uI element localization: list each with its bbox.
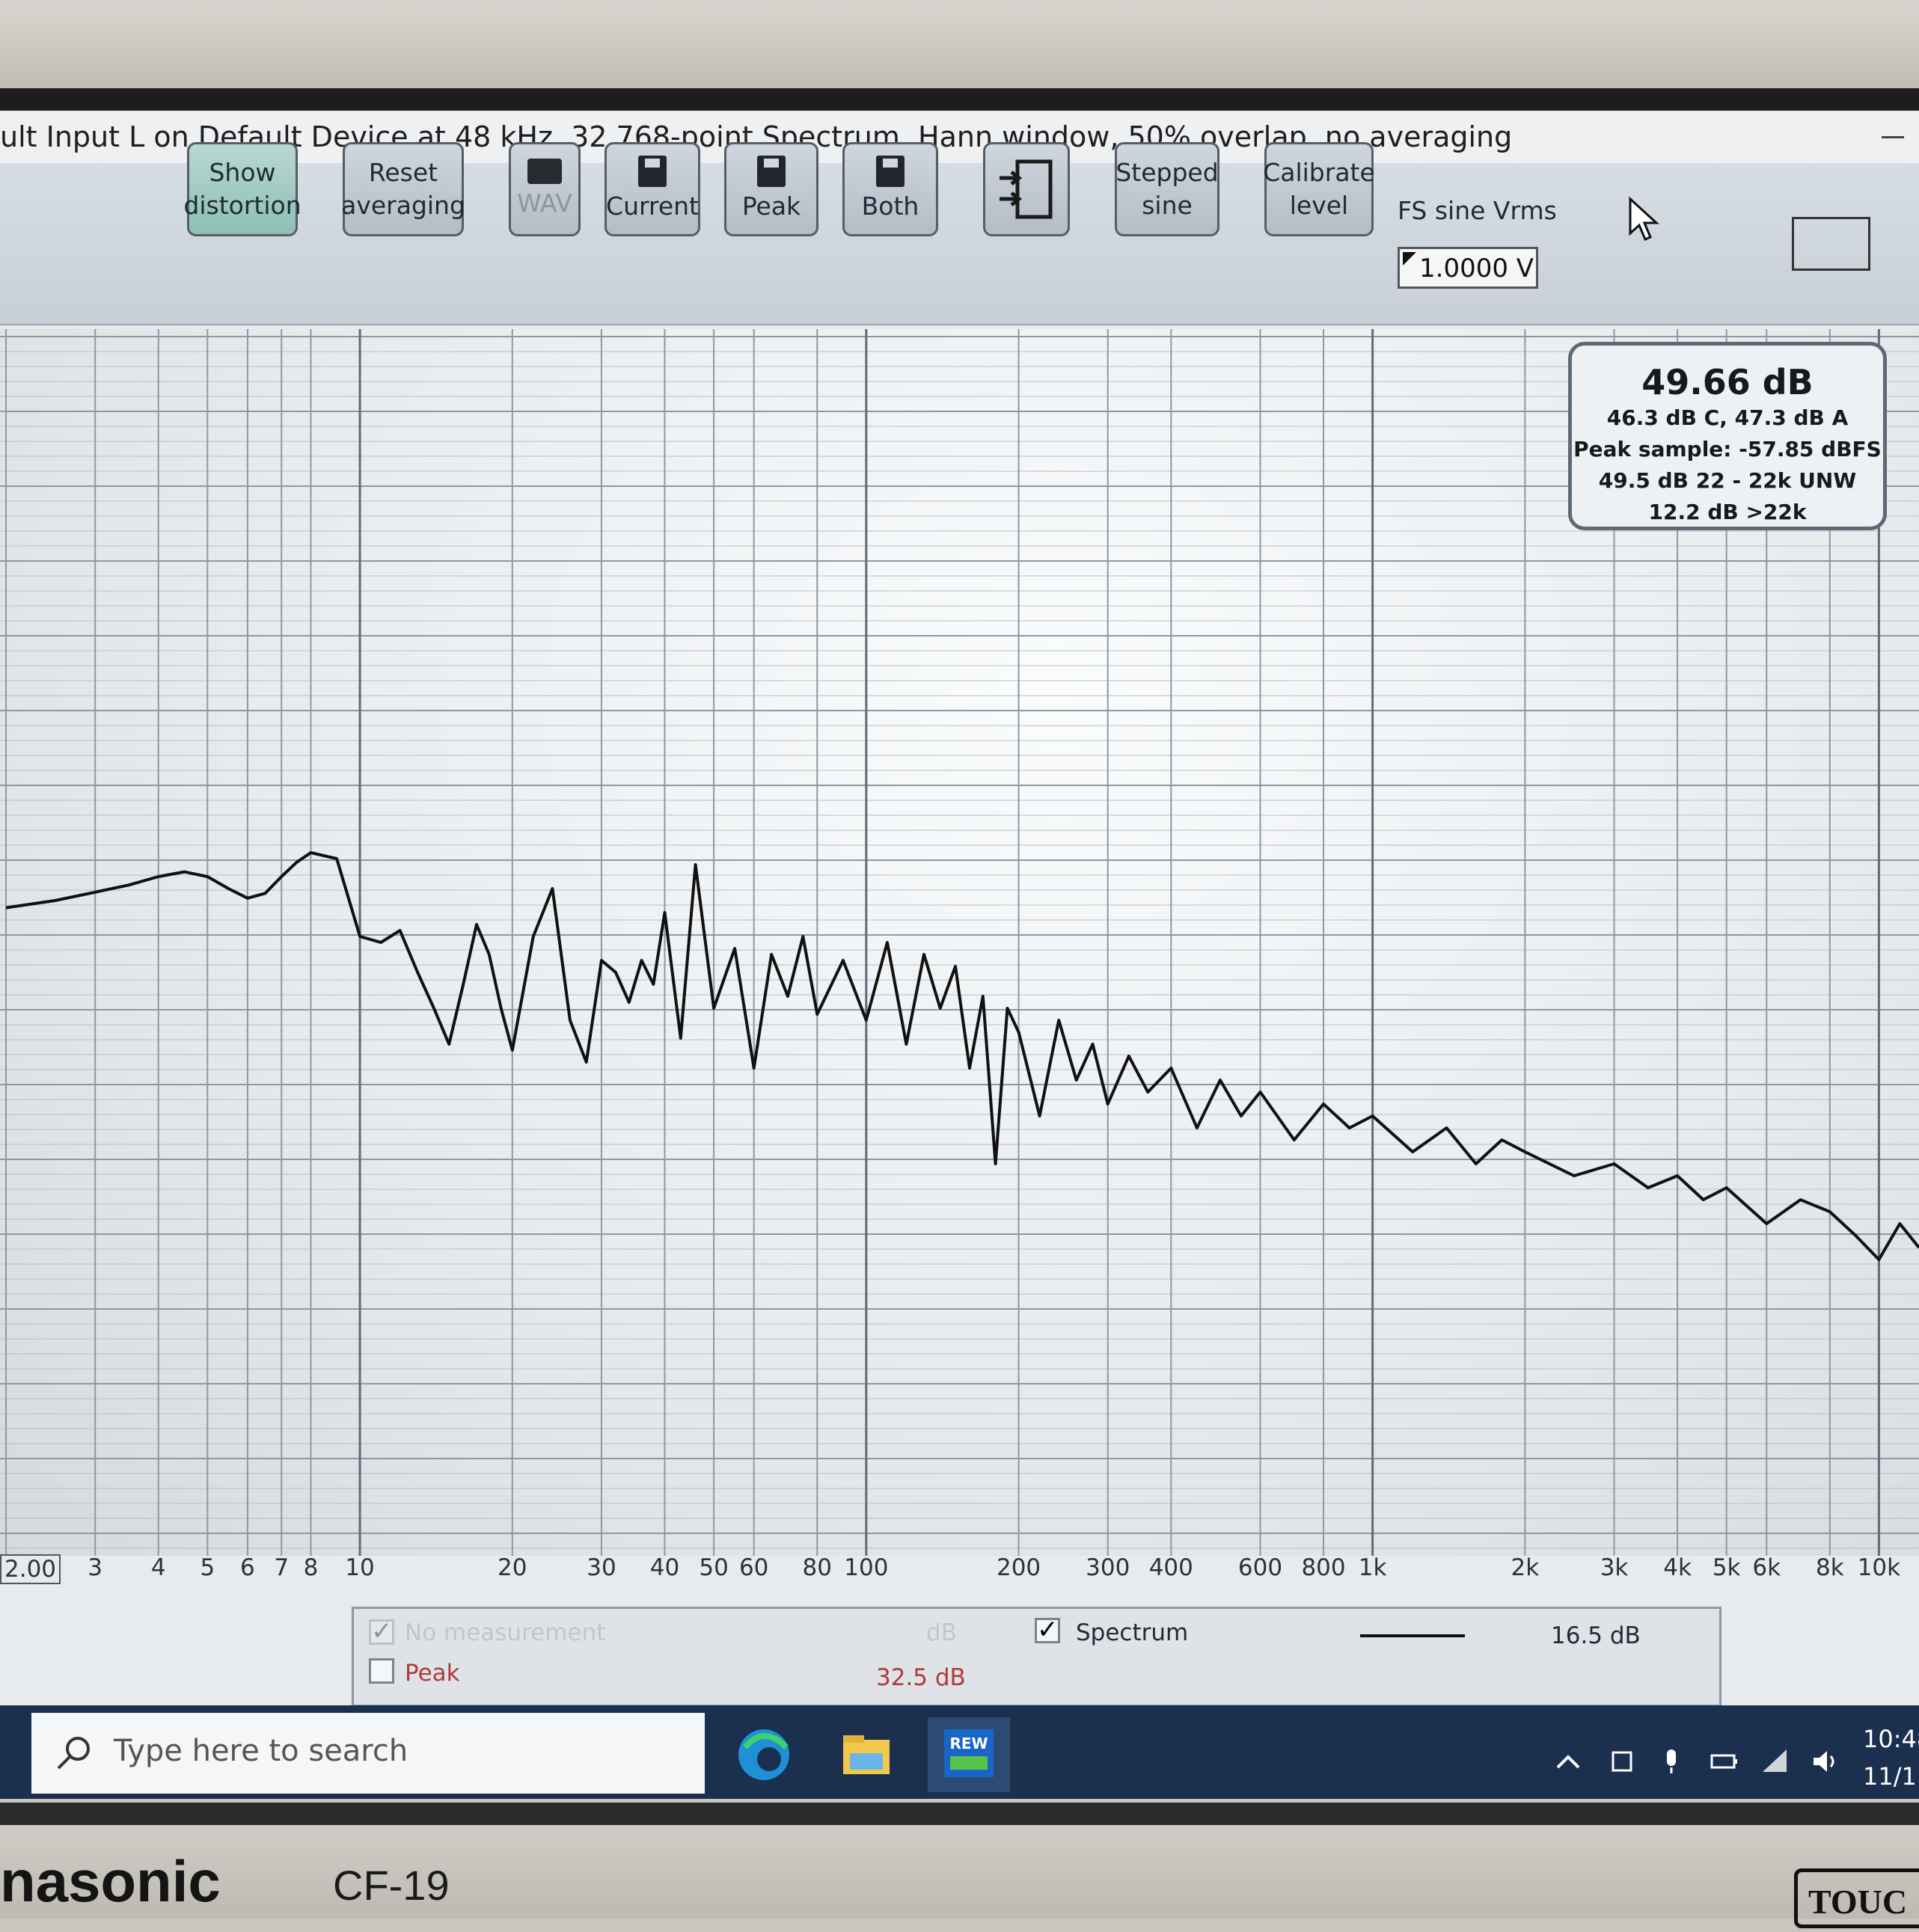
import-arrow-icon bbox=[1000, 159, 1053, 219]
bezel-inner-edge bbox=[0, 88, 1919, 111]
spl-level: 49.66 dB bbox=[1641, 362, 1814, 402]
rew-app-icon[interactable]: REW bbox=[928, 1717, 1010, 1792]
current-label: Current bbox=[606, 191, 699, 221]
calibrate-level-button[interactable]: Calibrate level bbox=[1263, 142, 1375, 236]
brand-logo: nasonic bbox=[0, 1848, 221, 1914]
no-measurement-checkbox[interactable]: ✓ bbox=[369, 1619, 394, 1645]
above-22k-level: 12.2 dB >22k bbox=[1648, 500, 1807, 524]
svg-text:REW: REW bbox=[949, 1735, 988, 1752]
microphone-icon[interactable] bbox=[1656, 1747, 1686, 1776]
minimize-icon[interactable] bbox=[1882, 136, 1904, 138]
x-tick-label: 1k bbox=[1358, 1554, 1387, 1581]
chevron-up-icon[interactable] bbox=[1553, 1747, 1583, 1776]
spl-stats-panel: 49.66 dB 46.3 dB C, 47.3 dB A Peak sampl… bbox=[1568, 342, 1887, 530]
x-tick-label: 6k bbox=[1752, 1554, 1781, 1581]
calibrate-level-label-2: level bbox=[1289, 191, 1349, 220]
window-layout-icon[interactable] bbox=[1792, 217, 1870, 271]
x-tick-label: 10 bbox=[345, 1554, 375, 1581]
spectrum-legend-label: Spectrum bbox=[1076, 1619, 1189, 1646]
peak-checkbox[interactable] bbox=[369, 1658, 394, 1684]
clock-time: 10:48 bbox=[1863, 1725, 1919, 1753]
battery-icon[interactable] bbox=[1709, 1747, 1739, 1776]
clock-date: 11/11/ bbox=[1863, 1762, 1919, 1791]
x-tick-label: 8 bbox=[303, 1554, 319, 1581]
search-icon bbox=[57, 1737, 90, 1770]
x-axis-start-field[interactable]: 2.00 bbox=[0, 1554, 61, 1584]
x-tick-label: 400 bbox=[1148, 1554, 1193, 1581]
x-tick-label: 40 bbox=[649, 1554, 680, 1581]
x-tick-label: 7 bbox=[274, 1554, 290, 1581]
import-button[interactable] bbox=[983, 142, 1070, 236]
peak-legend-label: Peak bbox=[405, 1660, 460, 1687]
save-icon bbox=[757, 156, 786, 187]
search-placeholder: Type here to search bbox=[114, 1734, 408, 1768]
x-tick-label: 3 bbox=[88, 1554, 103, 1581]
x-tick-label: 50 bbox=[699, 1554, 729, 1581]
save-icon bbox=[638, 156, 667, 187]
spectrum-checkbox[interactable]: ✓ bbox=[1035, 1617, 1060, 1643]
unweighted-level: 49.5 dB 22 - 22k UNW bbox=[1598, 468, 1857, 493]
x-tick-label: 5 bbox=[200, 1554, 215, 1581]
calibrate-level-label-1: Calibrate bbox=[1263, 158, 1375, 187]
wav-label: WAV bbox=[517, 188, 572, 218]
x-tick-label: 100 bbox=[844, 1554, 889, 1581]
x-tick-label: 30 bbox=[587, 1554, 616, 1581]
reset-averaging-label-1: Reset bbox=[368, 158, 438, 187]
reset-averaging-button[interactable]: Reset averaging bbox=[341, 142, 465, 236]
save-both-button[interactable]: Both bbox=[842, 142, 938, 236]
wifi-icon[interactable] bbox=[1760, 1747, 1790, 1776]
touch-badge: TOUC bbox=[1794, 1868, 1919, 1928]
x-tick-label: 200 bbox=[996, 1554, 1041, 1581]
clock[interactable]: 10:48 11/11/ bbox=[1863, 1720, 1919, 1795]
show-distortion-label-2: distortion bbox=[183, 191, 302, 220]
laptop-bezel-bottom bbox=[0, 1803, 1919, 1919]
meet-now-icon[interactable] bbox=[1607, 1747, 1637, 1776]
x-tick-label: 4 bbox=[150, 1554, 166, 1581]
x-tick-label: 2k bbox=[1511, 1554, 1540, 1581]
spectrum-trace bbox=[5, 851, 1919, 1261]
save-current-button[interactable]: Current bbox=[605, 142, 700, 236]
weighted-levels: 46.3 dB C, 47.3 dB A bbox=[1606, 405, 1849, 430]
no-measurement-value: dB bbox=[926, 1619, 957, 1646]
both-label: Both bbox=[861, 191, 919, 221]
x-tick-label: 300 bbox=[1086, 1554, 1130, 1581]
x-tick-label: 6 bbox=[240, 1554, 255, 1581]
peak-legend-value: 32.5 dB bbox=[876, 1664, 966, 1691]
x-tick-label: 800 bbox=[1301, 1554, 1346, 1581]
x-tick-label: 8k bbox=[1815, 1554, 1844, 1581]
no-measurement-label: No measurement bbox=[405, 1619, 606, 1646]
show-distortion-label-1: Show bbox=[209, 158, 276, 187]
show-distortion-button[interactable]: Show distortion bbox=[183, 142, 302, 236]
peak-sample: Peak sample: -57.85 dBFS bbox=[1573, 437, 1882, 461]
peak-label: Peak bbox=[741, 191, 801, 221]
x-tick-label: 4k bbox=[1663, 1554, 1692, 1581]
stepped-sine-label-1: Stepped bbox=[1115, 158, 1219, 187]
taskbar-search[interactable]: Type here to search bbox=[31, 1713, 705, 1794]
stepped-sine-label-2: sine bbox=[1142, 191, 1193, 220]
fs-sine-input[interactable]: 1.0000 V bbox=[1398, 247, 1538, 289]
legend-panel: ✓ No measurement dB Peak 32.5 dB ✓ Spect… bbox=[352, 1607, 1721, 1707]
x-tick-label: 10k bbox=[1857, 1554, 1901, 1581]
fs-sine-label: FS sine Vrms bbox=[1398, 196, 1557, 225]
x-axis-labels: 2.00 3 4 5 6 7 8 10 20 30 40 50 60 80 100 200 300 400 600… bbox=[0, 1554, 1919, 1592]
folder-icon bbox=[527, 159, 562, 184]
x-tick-label: 3k bbox=[1600, 1554, 1629, 1581]
x-tick-label: 80 bbox=[802, 1554, 832, 1581]
x-tick-label: 5k bbox=[1712, 1554, 1741, 1581]
x-tick-label: 60 bbox=[738, 1554, 769, 1581]
mouse-cursor-icon bbox=[1629, 196, 1659, 241]
edge-icon[interactable] bbox=[723, 1717, 805, 1792]
x-tick-label: 20 bbox=[498, 1554, 527, 1581]
save-icon bbox=[876, 156, 905, 187]
reset-averaging-label-2: averaging bbox=[341, 191, 465, 220]
volume-icon[interactable] bbox=[1811, 1747, 1840, 1776]
model-label: CF-19 bbox=[333, 1862, 450, 1909]
save-peak-button[interactable]: Peak bbox=[724, 142, 818, 236]
file-explorer-icon[interactable] bbox=[824, 1717, 907, 1792]
spectrum-legend-value: 16.5 dB bbox=[1551, 1622, 1641, 1649]
x-tick-label: 600 bbox=[1237, 1554, 1283, 1581]
wav-button[interactable]: WAV bbox=[509, 142, 581, 236]
stepped-sine-button[interactable]: Stepped sine bbox=[1115, 142, 1219, 236]
spectrum-line-swatch bbox=[1360, 1634, 1465, 1637]
